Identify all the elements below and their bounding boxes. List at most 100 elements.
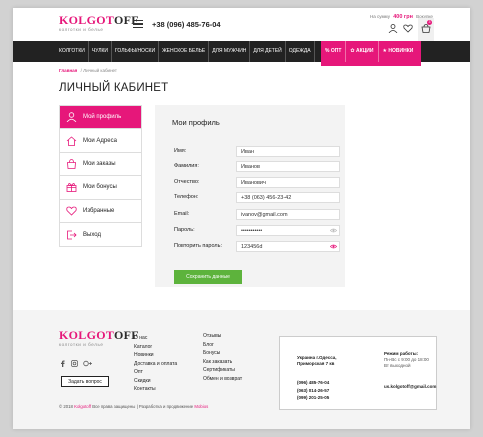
address: Украина г.Одесса, Приморская 7 кв	[297, 355, 337, 366]
field-label: Повторить пароль:	[174, 243, 223, 249]
sidebar-item-label: Мои Адреса	[83, 137, 117, 144]
footer-link[interactable]: Доставка и оплата	[134, 360, 177, 369]
main-nav: Колготки Чулки Гольфы/носки Женское бель…	[13, 41, 470, 66]
footer-links-col1: О нас Каталог Новинки Доставка и оплата …	[134, 334, 177, 394]
sidebar-item-favorites[interactable]: Избранные	[60, 200, 141, 223]
nav-item-golfy[interactable]: Гольфы/носки	[112, 41, 160, 62]
nav-highlight: % Опт ✿ Акции ★ Новинки	[321, 41, 421, 66]
nav-item-kolgotki[interactable]: Колготки	[59, 41, 89, 62]
eye-icon[interactable]	[330, 244, 337, 249]
footer-link[interactable]: Блог	[203, 341, 242, 350]
contact-box: Украина г.Одесса, Приморская 7 кв (096) …	[279, 336, 437, 410]
field-label: Пароль:	[174, 227, 195, 233]
heart-icon	[66, 206, 77, 216]
sidebar-item-profile[interactable]: Мой профиль	[60, 106, 141, 130]
phone-input[interactable]	[236, 192, 340, 203]
middle-name-input[interactable]	[236, 177, 340, 188]
footer-link[interactable]: Бонусы	[203, 349, 242, 358]
footer-link[interactable]: Как заказать	[203, 358, 242, 367]
sidebar-item-logout[interactable]: Выход	[60, 223, 141, 246]
footer-link[interactable]: Новинки	[134, 351, 177, 360]
copyright-brand[interactable]: Kolgotoff	[74, 404, 91, 409]
footer-link[interactable]: О нас	[134, 334, 177, 343]
sidebar-item-label: Мои бонусы	[83, 184, 117, 191]
footer-links-col2: Отзывы Блог Бонусы Как заказать Сертифик…	[203, 332, 242, 383]
contact-phone[interactable]: (063) 014-26-57	[297, 387, 329, 395]
instagram-icon[interactable]	[71, 360, 78, 367]
nav-item-chulki[interactable]: Чулки	[89, 41, 112, 62]
nav-item-new[interactable]: ★ Новинки	[379, 41, 418, 62]
panel-title: Мои профиль	[172, 118, 220, 127]
account-sidebar: Мой профиль Мои Адреса Мои заказы Мои бо…	[59, 105, 142, 248]
copyright: © 2018 Kolgotoff Все права защищены | Ра…	[59, 404, 209, 409]
sidebar-item-label: Мои заказы	[83, 160, 116, 167]
logo[interactable]: KOLGOTOFF колготки и белье	[59, 14, 139, 32]
breadcrumb: Главная / Личный кабинет	[59, 68, 117, 73]
email-input[interactable]	[236, 209, 340, 220]
field-email: Email:	[174, 209, 340, 220]
cart-label: На сумму	[370, 14, 390, 19]
logo-text-pink: KOLGOT	[59, 328, 114, 342]
google-plus-icon[interactable]	[83, 360, 92, 367]
contact-phones: (096) 485-76-04 (063) 014-26-57 (099) 20…	[297, 379, 329, 402]
cart-count-badge: 3	[427, 20, 432, 25]
user-icon	[66, 112, 77, 123]
sidebar-item-addresses[interactable]: Мои Адреса	[60, 129, 141, 153]
sidebar-item-label: Мой профиль	[83, 114, 122, 121]
breadcrumb-separator: /	[80, 68, 82, 73]
page-title: ЛИЧНЫЙ КАБИНЕТ	[59, 82, 169, 94]
logo-tagline: колготки и белье	[59, 342, 104, 347]
nav-item-kids[interactable]: Для детей	[250, 41, 286, 62]
footer-link[interactable]: Контакты	[134, 385, 177, 394]
password-input[interactable]	[236, 225, 340, 236]
developer-link[interactable]: Mobios	[194, 404, 208, 409]
nav-item-clothes[interactable]: Одежда	[286, 41, 315, 62]
footer-link[interactable]: Опт	[134, 368, 177, 377]
contact-email[interactable]: us.kolgotoff@gmail.com	[384, 384, 436, 390]
field-middle-name: Отчество:	[174, 177, 340, 188]
first-name-input[interactable]	[236, 146, 340, 157]
contact-phone[interactable]: (096) 485-76-04	[297, 379, 329, 387]
last-name-input[interactable]	[236, 161, 340, 172]
footer-link[interactable]: Скидки	[134, 377, 177, 386]
nav-item-opt[interactable]: % Опт	[321, 41, 347, 62]
gift-icon	[66, 183, 77, 193]
header: KOLGOTOFF колготки и белье +38 (096) 485…	[13, 8, 470, 41]
repeat-password-input[interactable]	[236, 241, 340, 252]
field-phone: Телефон:	[174, 192, 340, 203]
header-phone[interactable]: +38 (096) 485-76-04	[152, 20, 221, 29]
logout-icon	[67, 230, 77, 240]
nav-item-sale[interactable]: ✿ Акции	[346, 41, 379, 62]
field-label: Имя:	[174, 148, 187, 154]
user-icon[interactable]	[388, 24, 398, 33]
eye-icon[interactable]	[330, 228, 337, 233]
contact-phone[interactable]: (099) 201-25-05	[297, 394, 329, 402]
heart-icon[interactable]	[403, 24, 413, 33]
page: KOLGOTOFF колготки и белье +38 (096) 485…	[13, 8, 470, 429]
field-last-name: Фамилия:	[174, 161, 340, 172]
save-button[interactable]: Сохранить данные	[174, 270, 242, 284]
field-password: Пароль:	[174, 225, 340, 236]
footer-link[interactable]: Обмен и возврат	[203, 375, 242, 384]
field-label: Email:	[174, 211, 190, 217]
facebook-icon[interactable]	[59, 360, 66, 367]
nav-items: Колготки Чулки Гольфы/носки Женское бель…	[59, 41, 315, 62]
nav-item-women-underwear[interactable]: Женское белье	[159, 41, 210, 62]
sidebar-item-bonuses[interactable]: Мои бонусы	[60, 176, 141, 200]
footer-link[interactable]: Сертификаты	[203, 366, 242, 375]
footer-logo[interactable]: KOLGOTOFF колготки и белье	[59, 328, 139, 347]
logo-tagline: колготки и белье	[59, 27, 104, 32]
footer-link[interactable]: Отзывы	[203, 332, 242, 341]
field-first-name: Имя:	[174, 146, 340, 157]
sidebar-item-label: Выход	[83, 231, 101, 238]
nav-item-men[interactable]: Для мужчин	[209, 41, 251, 62]
schedule: Режим работы: Пн-Вс с 9:00 до 18:00 Вт в…	[384, 351, 429, 368]
sidebar-item-label: Избранные	[83, 207, 115, 214]
sidebar-item-orders[interactable]: Мои заказы	[60, 153, 141, 177]
menu-icon[interactable]	[133, 20, 143, 28]
social-links	[59, 360, 92, 367]
footer-link[interactable]: Каталог	[134, 343, 177, 352]
breadcrumb-current: Личный кабинет	[83, 68, 117, 73]
ask-question-button[interactable]: Задать вопрос	[61, 376, 109, 387]
breadcrumb-home[interactable]: Главная	[59, 68, 77, 73]
